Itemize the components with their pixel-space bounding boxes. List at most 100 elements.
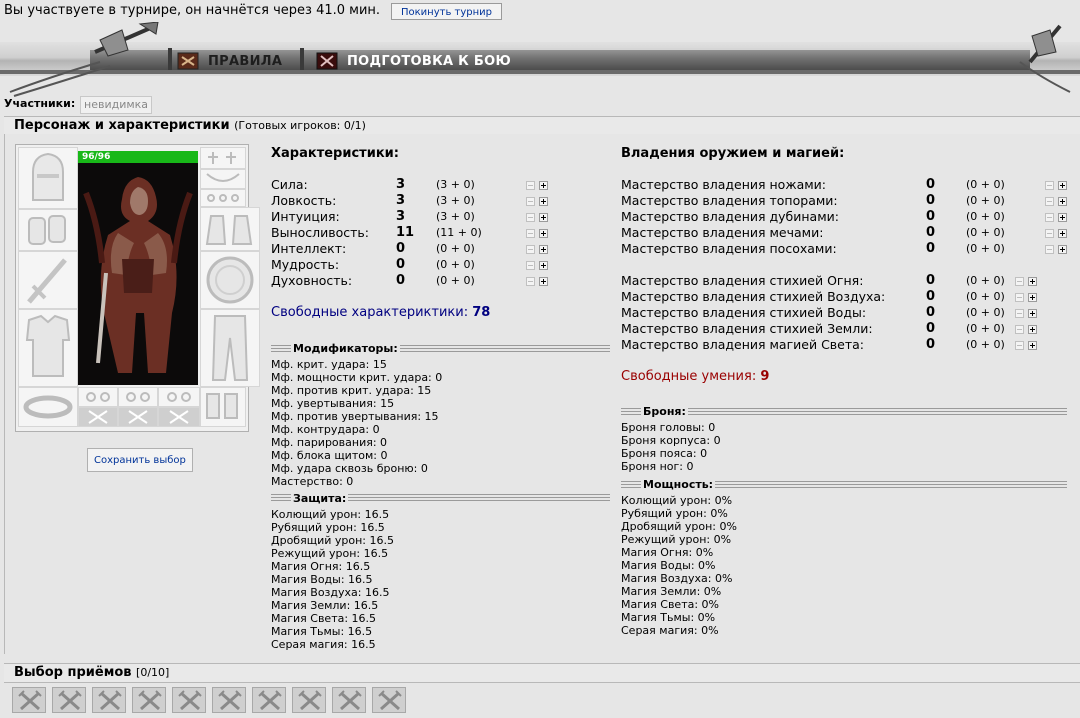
- gloves-slot[interactable]: [200, 207, 260, 251]
- decrease-stat-button[interactable]: [526, 261, 535, 270]
- weapon-mastery-name: Мастерство владения ножами:: [621, 177, 827, 192]
- belt-slot[interactable]: [18, 387, 78, 427]
- defense-item: Магия Земли: 16.5: [271, 599, 379, 612]
- increase-stat-button[interactable]: [539, 181, 548, 190]
- magic-mastery-breakdown: (0 + 0): [966, 322, 1005, 335]
- decrease-stat-button[interactable]: [526, 245, 535, 254]
- weapon-mastery-breakdown: (0 + 0): [966, 194, 1005, 207]
- crossed-swords-icon: [378, 690, 402, 711]
- ring-slot-1[interactable]: [78, 387, 118, 407]
- weapon-mastery-value: 0: [926, 241, 936, 256]
- decrease-mastery-button[interactable]: [1045, 197, 1054, 206]
- modifier-item: Мф. контрудара: 0: [271, 423, 380, 436]
- decrease-magic-button[interactable]: [1015, 309, 1024, 318]
- bracers-slot[interactable]: [18, 209, 78, 251]
- participant-badge[interactable]: невидимка: [80, 96, 153, 114]
- decrease-magic-button[interactable]: [1015, 341, 1024, 350]
- decrease-stat-button[interactable]: [526, 213, 535, 222]
- technique-slot[interactable]: [372, 687, 406, 713]
- rune-slot-3[interactable]: [158, 407, 200, 427]
- technique-slot[interactable]: [212, 687, 246, 713]
- save-choice-button[interactable]: Сохранить выбор: [87, 448, 193, 472]
- leggings-icon: [211, 315, 249, 381]
- increase-magic-button[interactable]: [1028, 341, 1037, 350]
- crossed-swords-icon: [18, 690, 42, 711]
- gloves-icon: [205, 215, 253, 245]
- increase-magic-button[interactable]: [1028, 325, 1037, 334]
- earring-slot[interactable]: [200, 189, 246, 207]
- decrease-mastery-button[interactable]: [1045, 245, 1054, 254]
- technique-slot[interactable]: [252, 687, 286, 713]
- modifier-item: Мф. удара сквозь броню: 0: [271, 462, 428, 475]
- technique-slot[interactable]: [92, 687, 126, 713]
- tab-prepare[interactable]: ПОДГОТОВКА К БОЮ: [315, 51, 511, 71]
- increase-stat-button[interactable]: [539, 277, 548, 286]
- ring-slot-3[interactable]: [158, 387, 200, 407]
- magic-mastery-name: Мастерство владения стихией Воздуха:: [621, 289, 886, 304]
- increase-stat-button[interactable]: [539, 213, 548, 222]
- amulet-slot[interactable]: [200, 147, 246, 169]
- magic-mastery-breakdown: (0 + 0): [966, 274, 1005, 287]
- rune-slot-1[interactable]: [78, 407, 118, 427]
- decrease-stat-button[interactable]: [526, 277, 535, 286]
- techniques-header: Выбор приёмов [0/10]: [4, 663, 1080, 683]
- leggings-slot[interactable]: [200, 309, 260, 387]
- increase-mastery-button[interactable]: [1058, 181, 1067, 190]
- armor-slot[interactable]: [18, 309, 78, 387]
- technique-slot[interactable]: [292, 687, 326, 713]
- increase-mastery-button[interactable]: [1058, 213, 1067, 222]
- increase-stat-button[interactable]: [539, 229, 548, 238]
- technique-slot[interactable]: [12, 687, 46, 713]
- decrease-stat-button[interactable]: [526, 181, 535, 190]
- defense-item: Рубящий урон: 16.5: [271, 521, 385, 534]
- weapon-mastery-name: Мастерство владения топорами:: [621, 193, 838, 208]
- shield-slot[interactable]: [200, 251, 260, 309]
- increase-stat-button[interactable]: [539, 261, 548, 270]
- ring-icon: [167, 392, 191, 402]
- leave-tournament-button[interactable]: Покинуть турнир: [391, 3, 503, 20]
- stat-value: 0: [396, 241, 406, 256]
- technique-slot[interactable]: [172, 687, 206, 713]
- decrease-magic-button[interactable]: [1015, 293, 1024, 302]
- technique-slot[interactable]: [132, 687, 166, 713]
- boots-slot[interactable]: [200, 387, 246, 427]
- modifier-item: Мф. блока щитом: 0: [271, 449, 388, 462]
- decrease-stat-button[interactable]: [526, 229, 535, 238]
- increase-magic-button[interactable]: [1028, 309, 1037, 318]
- increase-mastery-button[interactable]: [1058, 229, 1067, 238]
- crossed-swords-icon: [58, 690, 82, 711]
- technique-slot[interactable]: [52, 687, 86, 713]
- increase-magic-button[interactable]: [1028, 277, 1037, 286]
- increase-stat-button[interactable]: [539, 245, 548, 254]
- rune-slot-2[interactable]: [118, 407, 158, 427]
- stat-value: 0: [396, 273, 406, 288]
- weapon-slot[interactable]: [18, 251, 78, 309]
- increase-mastery-button[interactable]: [1058, 197, 1067, 206]
- helmet-slot[interactable]: [18, 147, 78, 209]
- decrease-mastery-button[interactable]: [1045, 181, 1054, 190]
- decrease-magic-button[interactable]: [1015, 325, 1024, 334]
- increase-magic-button[interactable]: [1028, 293, 1037, 302]
- weapon-mastery-value: 0: [926, 225, 936, 240]
- power-item: Магия Воздуха: 0%: [621, 572, 733, 585]
- decrease-mastery-button[interactable]: [1045, 213, 1054, 222]
- technique-slot[interactable]: [332, 687, 366, 713]
- weapon-mastery-value: 0: [926, 209, 936, 224]
- armor-item: Броня головы: 0: [621, 421, 716, 434]
- increase-mastery-button[interactable]: [1058, 245, 1067, 254]
- weapon-mastery-name: Мастерство владения мечами:: [621, 225, 824, 240]
- increase-stat-button[interactable]: [539, 197, 548, 206]
- crossed-swords-icon: [138, 690, 162, 711]
- stat-value: 3: [396, 209, 406, 224]
- necklace-slot[interactable]: [200, 169, 246, 189]
- decrease-magic-button[interactable]: [1015, 277, 1024, 286]
- ring-slot-2[interactable]: [118, 387, 158, 407]
- necklace-icon: [206, 173, 240, 182]
- decrease-mastery-button[interactable]: [1045, 229, 1054, 238]
- decrease-stat-button[interactable]: [526, 197, 535, 206]
- weapon-mastery-breakdown: (0 + 0): [966, 210, 1005, 223]
- tab-rules[interactable]: ПРАВИЛА: [176, 51, 282, 71]
- stat-breakdown: (3 + 0): [436, 210, 475, 223]
- stat-name: Интуиция:: [271, 209, 340, 224]
- magic-mastery-breakdown: (0 + 0): [966, 306, 1005, 319]
